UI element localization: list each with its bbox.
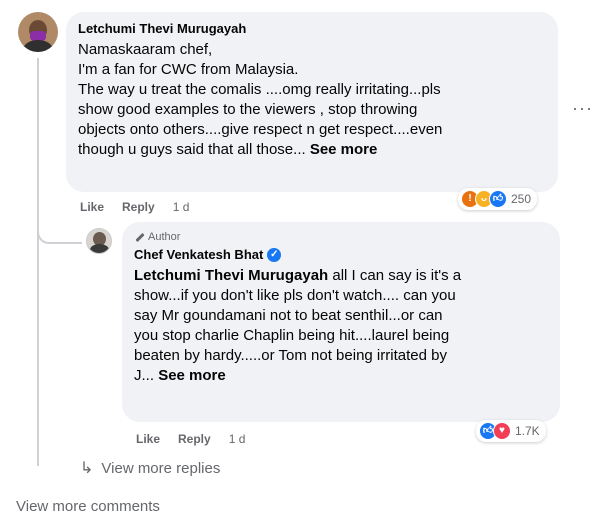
like-icon: 👍︎ xyxy=(489,190,507,208)
reply-button[interactable]: Reply xyxy=(122,200,155,214)
reply-line: J... See more xyxy=(134,367,226,384)
comment-reactions[interactable]: ! ᴗ 👍︎ 250 xyxy=(458,188,538,210)
author-badge-label: Author xyxy=(148,231,181,243)
reaction-count: 250 xyxy=(511,192,532,206)
comment-bubble: Letchumi Thevi Murugayah Namaskaaram che… xyxy=(66,12,558,192)
reply-timestamp[interactable]: 1 d xyxy=(229,432,246,446)
reply-line: say Mr goundamani not to beat senthil...… xyxy=(134,307,443,324)
reply-branch-line xyxy=(37,190,82,244)
reply-author-name[interactable]: Chef Venkatesh Bhat xyxy=(134,246,263,264)
view-more-comments-link[interactable]: View more comments xyxy=(16,498,160,515)
tagged-user-link[interactable]: Letchumi Thevi Murugayah xyxy=(134,267,328,284)
reply-line: beaten by hardy.....or Tom not being irr… xyxy=(134,347,447,364)
verified-icon: ✓ xyxy=(267,248,282,262)
comment-line: objects onto others....give respect n ge… xyxy=(78,121,443,138)
reply-actions: Like Reply 1 d xyxy=(136,432,245,446)
more-options-icon[interactable]: ··· xyxy=(572,98,593,119)
reaction-count: 1.7K xyxy=(515,424,540,438)
reply-arrow-icon: ↳ xyxy=(80,460,94,477)
reply-line: you stop charlie Chaplin being hit....la… xyxy=(134,327,450,344)
view-more-replies-link[interactable]: ↳ View more replies xyxy=(80,458,220,478)
commenter-avatar[interactable] xyxy=(18,12,58,52)
thread-line xyxy=(37,58,39,466)
love-icon: ♥ xyxy=(493,422,511,440)
reply-text: Letchumi Thevi Murugayah all I can say i… xyxy=(134,266,548,386)
reply-bubble: Author Chef Venkatesh Bhat ✓ Letchumi Th… xyxy=(122,222,560,422)
pencil-icon xyxy=(134,232,144,242)
see-more-link[interactable]: See more xyxy=(310,141,378,158)
author-badge: Author xyxy=(134,230,548,244)
reply-see-more-link[interactable]: See more xyxy=(158,367,226,384)
reply-like-button[interactable]: Like xyxy=(136,432,160,446)
reply-reactions[interactable]: 👍︎ ♥ 1.7K xyxy=(476,420,546,442)
comment-actions: Like Reply 1 d xyxy=(80,200,189,214)
comment-line: Namaskaaram chef, xyxy=(78,41,213,58)
timestamp[interactable]: 1 d xyxy=(173,200,190,214)
comment-line: The way u treat the comalis ....omg real… xyxy=(78,81,441,98)
comment-line: I'm a fan for CWC from Malaysia. xyxy=(78,61,299,78)
reply-line: show...if you don't like pls don't watch… xyxy=(134,287,456,304)
commenter-name[interactable]: Letchumi Thevi Murugayah xyxy=(78,20,546,38)
comment-text: Namaskaaram chef, I'm a fan for CWC from… xyxy=(78,40,546,160)
reply-line: Letchumi Thevi Murugayah all I can say i… xyxy=(134,267,462,284)
comment-line: though u guys said that all those... See… xyxy=(78,141,378,158)
author-avatar[interactable] xyxy=(86,228,112,254)
like-button[interactable]: Like xyxy=(80,200,104,214)
reply-reply-button[interactable]: Reply xyxy=(178,432,211,446)
view-more-replies-label: View more replies xyxy=(101,459,221,477)
comment-line: show good examples to the viewers , stop… xyxy=(78,101,418,118)
